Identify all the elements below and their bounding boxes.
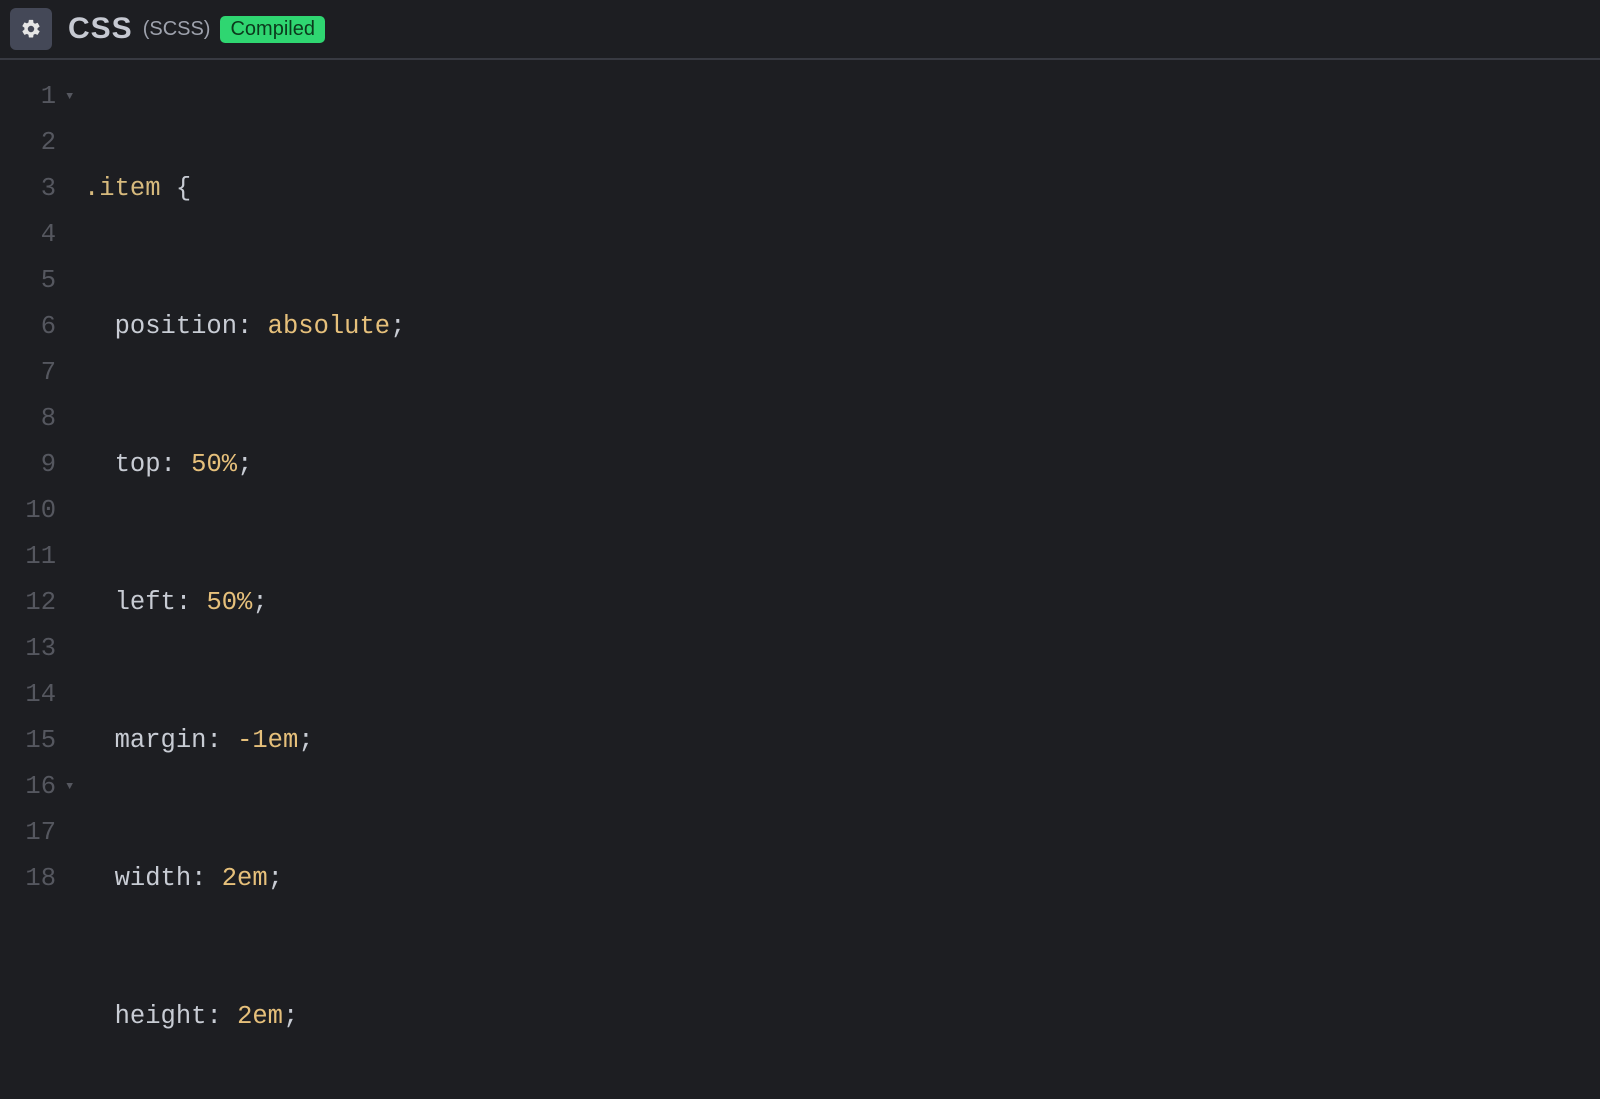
code-editor[interactable]: 1▼2345678910111213141516▼1718 .item { po… [0,60,1600,1099]
line-number: 9 [0,442,62,488]
selector: .item [84,174,161,203]
panel-title: CSS [68,12,133,46]
settings-button[interactable] [10,8,52,50]
line-number: 17 [0,810,62,856]
code-content[interactable]: .item { position: absolute; top: 50%; le… [62,74,1201,1099]
line-number: 16▼ [0,764,62,810]
line-number: 7 [0,350,62,396]
line-number: 10 [0,488,62,534]
css-panel-header: CSS (SCSS) Compiled [0,0,1600,60]
line-number: 13 [0,626,62,672]
fold-marker-icon[interactable]: ▼ [66,764,73,810]
panel-subtitle: (SCSS) [143,18,211,41]
line-number: 14 [0,672,62,718]
property: left [115,588,176,617]
compiled-badge[interactable]: Compiled [220,16,324,43]
value: 50% [191,450,237,479]
line-number: 12 [0,580,62,626]
line-number: 1▼ [0,74,62,120]
value: -1em [237,726,298,755]
value: 2em [222,864,268,893]
property: position [115,312,237,341]
line-number: 3 [0,166,62,212]
line-number: 18 [0,856,62,902]
line-number: 5 [0,258,62,304]
line-number: 2 [0,120,62,166]
property: height [115,1002,207,1031]
property: top [115,450,161,479]
property: margin [115,726,207,755]
value: absolute [268,312,390,341]
line-number: 11 [0,534,62,580]
line-number: 15 [0,718,62,764]
line-number: 8 [0,396,62,442]
line-number-gutter: 1▼2345678910111213141516▼1718 [0,74,62,1099]
brace-open: { [176,174,191,203]
value: 50% [206,588,252,617]
gear-icon [20,18,42,40]
fold-marker-icon[interactable]: ▼ [66,74,73,120]
line-number: 6 [0,304,62,350]
property: width [115,864,192,893]
line-number: 4 [0,212,62,258]
value: 2em [237,1002,283,1031]
